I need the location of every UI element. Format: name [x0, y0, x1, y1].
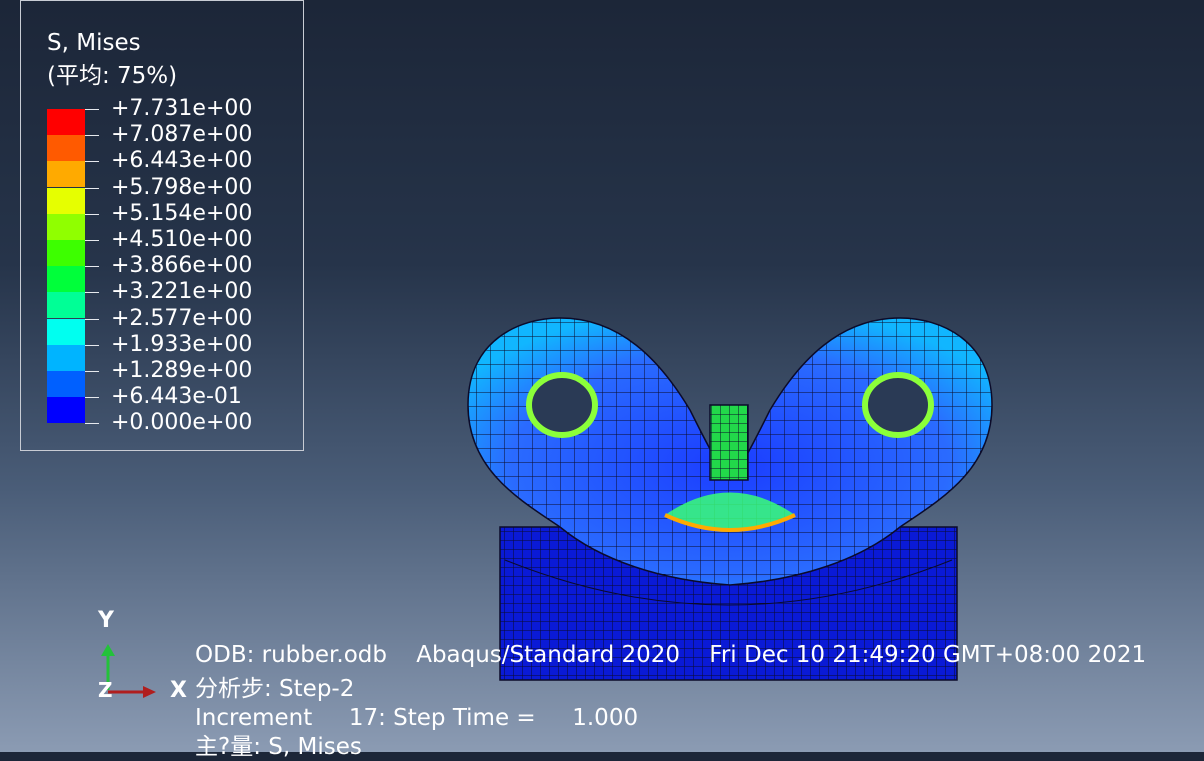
variable-info-line: 主?量: S, Mises	[195, 734, 362, 760]
model-viewport[interactable]	[0, 0, 1204, 752]
indenter	[709, 404, 749, 481]
odb-info-line: ODB: rubber.odb Abaqus/Standard 2020 Fri…	[195, 642, 1147, 668]
step-info-line: 分析步: Step-2	[195, 676, 355, 702]
triad-x-label: X	[170, 678, 187, 703]
triad-y-label: Y	[98, 608, 114, 633]
triad-z-label: Z	[98, 678, 113, 702]
increment-info-line: Increment 17: Step Time = 1.000	[195, 705, 639, 731]
